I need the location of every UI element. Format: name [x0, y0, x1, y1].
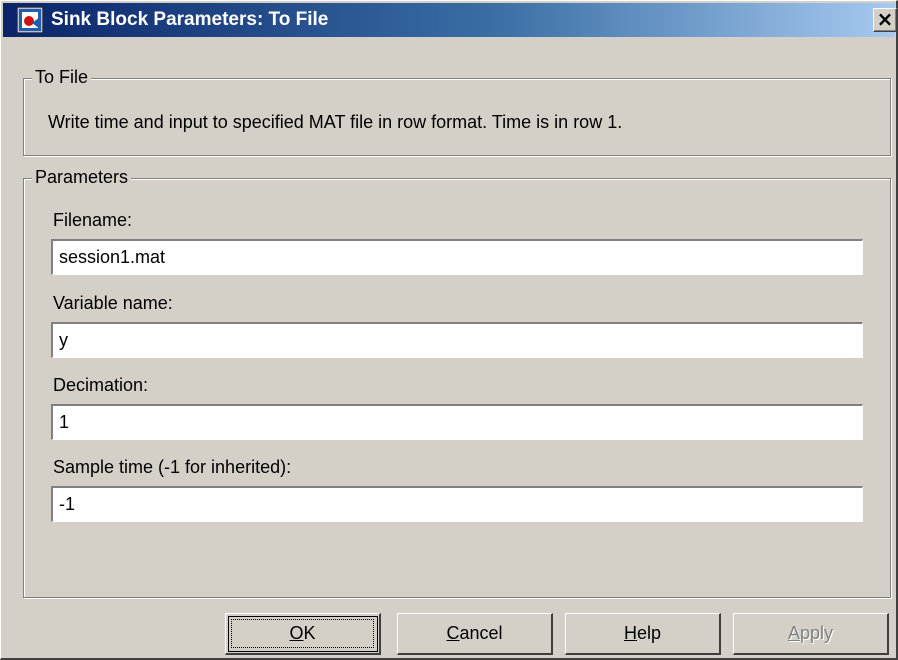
ok-mnemonic: O: [289, 623, 304, 643]
sample-time-field[interactable]: [51, 486, 863, 522]
filename-label: Filename:: [53, 210, 133, 230]
dialog-window: Sink Block Parameters: To File × To File…: [0, 0, 898, 660]
parameters-legend: Parameters: [32, 167, 132, 188]
help-mnemonic: H: [623, 623, 637, 643]
window-title: Sink Block Parameters: To File: [51, 9, 329, 30]
variable-name-field[interactable]: [51, 322, 863, 358]
close-button[interactable]: ×: [873, 8, 897, 32]
cancel-mnemonic: C: [446, 623, 460, 643]
filename-field[interactable]: [51, 239, 863, 275]
apply-label-rest: pply: [799, 623, 834, 643]
cancel-button[interactable]: Cancel: [397, 613, 553, 655]
cancel-label-rest: ancel: [459, 623, 503, 643]
decimation-field[interactable]: [51, 404, 863, 440]
ok-button[interactable]: OK: [225, 613, 381, 655]
help-label-rest: elp: [636, 623, 662, 643]
apply-button: Apply: [733, 613, 889, 655]
help-button[interactable]: Help: [565, 613, 721, 655]
title-bar[interactable]: Sink Block Parameters: To File ×: [3, 3, 897, 37]
close-icon: ×: [876, 7, 894, 31]
decimation-label: Decimation:: [53, 375, 149, 395]
apply-mnemonic: A: [787, 623, 800, 643]
block-info-group: To File Write time and input to specifie…: [23, 67, 891, 156]
variable-name-label: Variable name:: [53, 293, 173, 313]
sample-time-label: Sample time (-1 for inherited):: [53, 457, 292, 477]
simulink-block-icon: [17, 7, 43, 33]
ok-label-rest: K: [303, 623, 316, 643]
block-info-legend: To File: [32, 67, 92, 88]
block-description: Write time and input to specified MAT fi…: [48, 112, 623, 132]
